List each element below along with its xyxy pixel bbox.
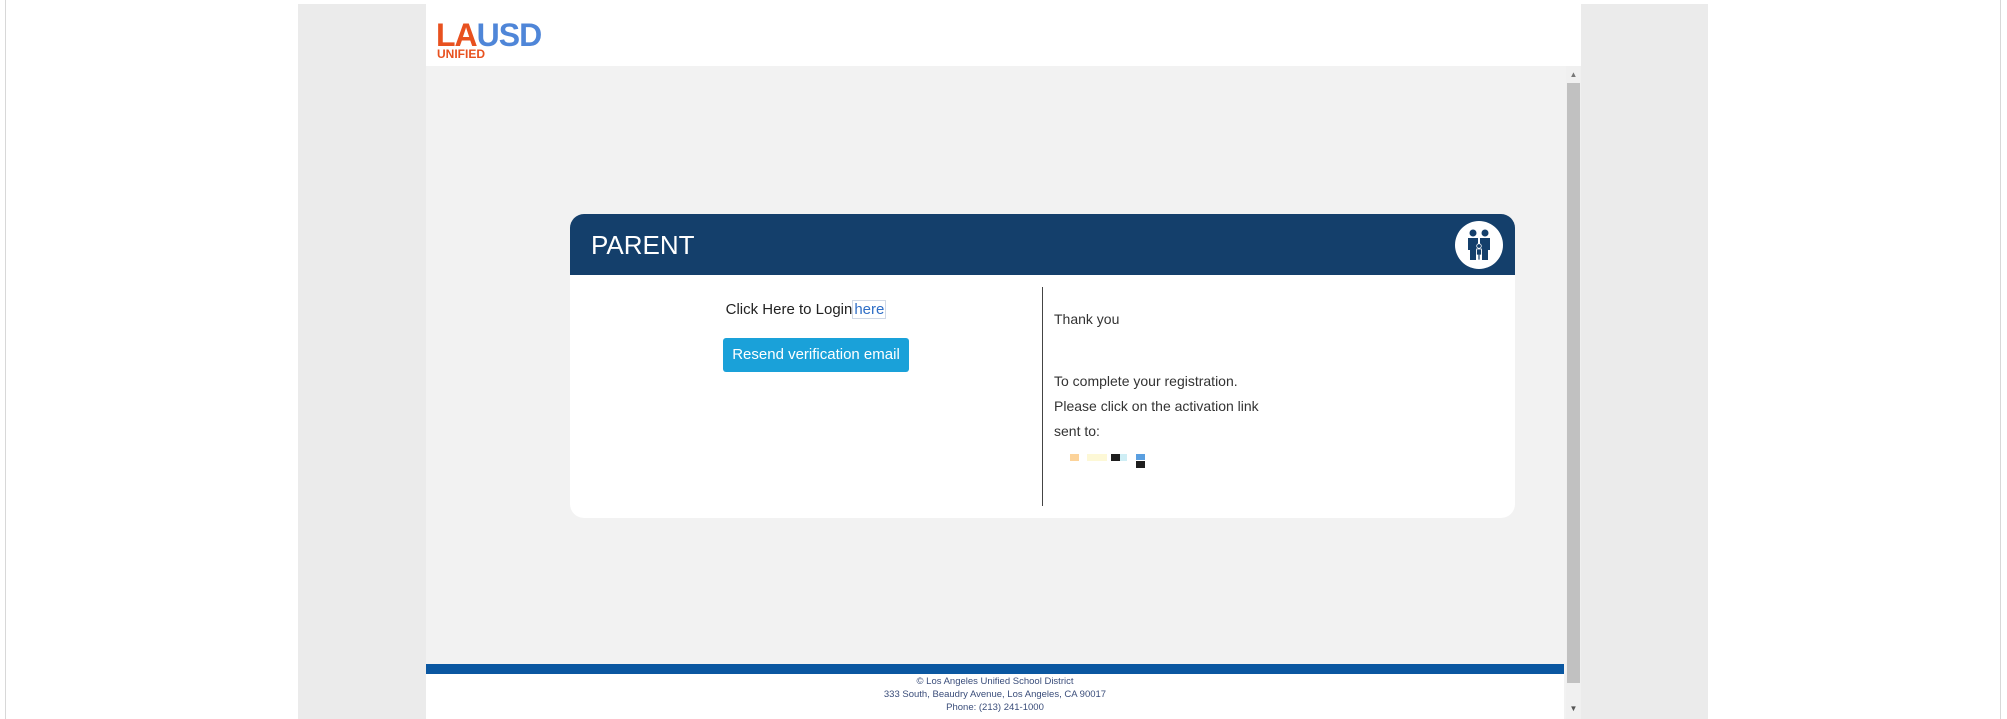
logo-subtitle: UNIFIED	[437, 47, 485, 61]
login-prompt-text: Click Here to Login	[725, 301, 853, 318]
parent-registration-card: PARENT Click Here to Login here Resend ve…	[570, 214, 1515, 518]
login-prompt: Click Here to Login here	[570, 300, 1042, 319]
scroll-down-arrow-icon[interactable]: ▼	[1566, 702, 1581, 716]
card-divider	[1042, 287, 1043, 506]
lausd-logo[interactable]: LAUSD UNIFIED	[436, 19, 566, 63]
page-border-left	[5, 0, 6, 719]
registration-message-line-3: sent to:	[1054, 423, 1100, 439]
card-title: PARENT	[591, 230, 695, 260]
page-border-right	[2000, 0, 2001, 719]
scroll-up-arrow-icon[interactable]: ▲	[1566, 68, 1581, 82]
site-header: LAUSD UNIFIED	[426, 4, 1581, 66]
footer-phone: Phone: (213) 241-1000	[946, 702, 1044, 713]
thank-you-text: Thank you	[1054, 311, 1120, 327]
footer-copyright: © Los Angeles Unified School District	[916, 676, 1074, 687]
parent-family-icon	[1455, 221, 1503, 269]
redacted-email	[1070, 450, 1160, 470]
logo-usd: USD	[476, 17, 543, 53]
login-here-link[interactable]: here	[852, 300, 887, 319]
scrollbar-thumb[interactable]	[1567, 83, 1580, 683]
footer-bar	[426, 664, 1564, 674]
registration-message-line-1: To complete your registration.	[1054, 373, 1238, 389]
site-footer: © Los Angeles Unified School District 33…	[426, 674, 1564, 719]
footer-address: 333 South, Beaudry Avenue, Los Angeles, …	[883, 689, 1107, 700]
registration-message-line-2: Please click on the activation link	[1054, 398, 1259, 414]
card-header: PARENT	[570, 214, 1515, 275]
resend-verification-button[interactable]: Resend verification email	[723, 338, 909, 372]
